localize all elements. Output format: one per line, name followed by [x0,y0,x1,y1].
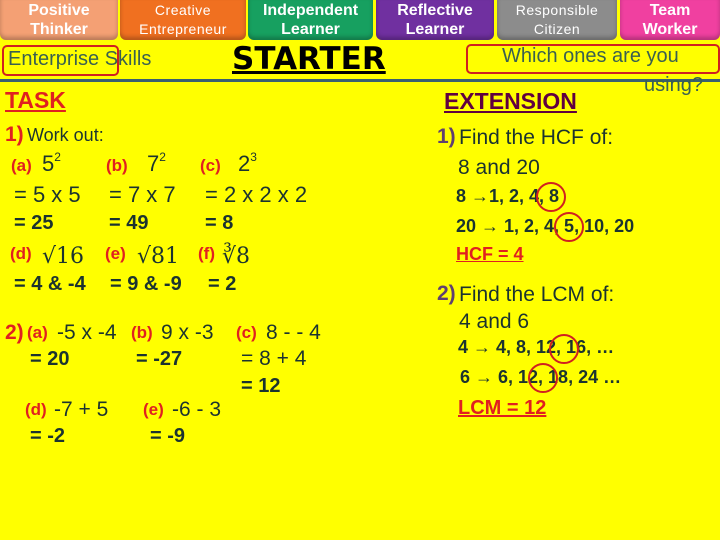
hcf-answer: HCF = 4 [456,244,524,264]
tab-label: Entrepreneur [139,21,227,37]
q2e-answer: = -9 [150,425,186,447]
q1c-label: (c) [200,156,221,175]
tab-label: Citizen [533,21,581,37]
exponent: 2 [159,150,166,164]
q1e-answer: = 9 & -9 [110,273,182,295]
exponent: 3 [250,150,257,164]
starter-title: STARTER [232,41,386,77]
q2e-expr: -6 - 3 [172,398,222,421]
q2d-label: (d) [25,400,47,419]
q1-number: 1) [5,123,24,146]
base: 2 [238,151,251,176]
q2d-expr: -7 + 5 [54,398,109,421]
q1a-step: = 5 x 5 [14,182,81,207]
ext2-numbers: 4 and 6 [459,310,530,333]
ext1-factors-20: 20 → 1, 2, 4, 5, 10, 20 [456,216,635,236]
q2c-expr: 8 - - 4 [266,321,321,344]
q1-title: Work out: [27,125,104,145]
question-text: Which ones are you [502,45,679,67]
q1f-expr: ∛8 [222,244,251,269]
highlight-circle [528,363,558,393]
tab-responsible-citizen: Responsible Citizen [497,0,617,40]
question-text-2: using? [644,74,703,96]
highlight-circle [536,182,566,212]
tab-label: Learner [405,21,465,38]
q1d-label: (d) [10,244,32,263]
highlight-circle [549,334,579,364]
q2-number: 2) [5,321,24,344]
q2c-step: = 8 + 4 [241,347,307,370]
enterprise-skills: Enterprise Skills [8,48,152,70]
q2d-answer: = -2 [30,425,66,447]
tab-team-worker: Team Worker [620,0,720,40]
divider [0,79,720,82]
q1e-expr: √81 [137,244,180,269]
q1b-label: (b) [106,156,128,175]
q1b-answer: = 49 [109,212,149,234]
q2c-label: (c) [236,323,257,342]
q1d-answer: = 4 & -4 [14,273,86,295]
q1c-step: = 2 x 2 x 2 [205,182,308,207]
q2a-expr: -5 x -4 [57,321,117,344]
q2a-answer: = 20 [30,348,70,370]
tab-creative-entrepreneur: Creative Entrepreneur [120,0,246,40]
q2b-answer: = -27 [136,348,183,370]
q1e-label: (e) [105,244,126,263]
q1b-expr: 72 [147,150,166,176]
lcm-answer: LCM = 12 [458,397,547,419]
tab-label: Reflective [397,2,473,19]
task-heading: TASK [5,87,66,113]
tab-label: Worker [642,21,698,38]
q2e-label: (e) [143,400,164,419]
tab-label: Independent [262,2,359,19]
q1f-answer: = 2 [208,273,237,295]
tab-label: Learner [281,21,340,38]
tab-independent-learner: Independent Learner [248,0,373,40]
tab-label: Creative [154,2,212,18]
q1b-step: = 7 x 7 [109,182,176,207]
q2c-answer: = 12 [241,375,281,397]
ext1-title: Find the HCF of: [459,126,614,149]
q1a-answer: = 25 [14,212,54,234]
base: 7 [147,151,160,176]
tab-positive-thinker: Positive Thinker [0,0,118,40]
base: 5 [42,151,55,176]
ext2-number: 2) [437,282,456,305]
q2b-expr: 9 x -3 [161,321,214,344]
q2b-label: (b) [131,323,153,342]
exponent: 2 [54,150,61,164]
ext2-multiples-4: 4 → 4, 8, 12, 16, … [458,337,615,357]
q1a-label: (a) [11,156,32,175]
q1a-expr: 52 [42,150,61,176]
q1c-expr: 23 [238,150,257,176]
ext1-number: 1) [437,125,456,148]
q1c-answer: = 8 [205,212,234,234]
q1d-expr: √16 [42,244,85,269]
tab-reflective-learner: Reflective Learner [376,0,494,40]
tab-label: Responsible [515,2,599,18]
tab-label: Positive [28,2,90,19]
tab-label: Team [649,2,691,19]
tab-label: Thinker [30,21,88,38]
q2a-label: (a) [27,323,48,342]
extension-heading: EXTENSION [444,88,577,114]
highlight-circle [554,212,584,242]
ext1-numbers: 8 and 20 [458,156,540,179]
ext2-title: Find the LCM of: [459,283,615,306]
q1f-label: (f) [198,244,215,263]
